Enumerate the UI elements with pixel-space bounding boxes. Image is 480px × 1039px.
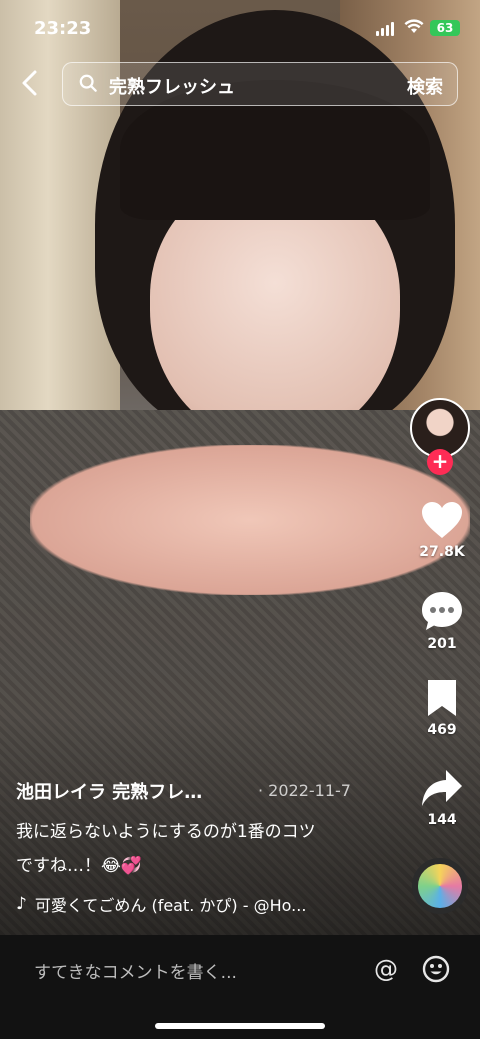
- save-count: 469: [427, 722, 457, 738]
- music-disc[interactable]: [412, 858, 468, 914]
- heart-icon: [422, 502, 462, 538]
- share-arrow-icon: [422, 770, 462, 806]
- status-time: 23:23: [34, 18, 92, 39]
- like-button[interactable]: 27.8K: [412, 500, 472, 560]
- back-arrow-icon[interactable]: [18, 68, 46, 100]
- search-bar[interactable]: 完熟フレッシュ 検索: [62, 62, 458, 106]
- comment-count: 201: [427, 636, 457, 652]
- post-caption: 我に返らないようにするのが1番のコツ ですね…！😂💞: [16, 815, 376, 883]
- post-date: · 2022-11-7: [258, 781, 351, 800]
- search-button[interactable]: 検索: [407, 73, 443, 99]
- caption-line-1: 我に返らないようにするのが1番のコツ: [16, 822, 316, 842]
- follow-plus-icon[interactable]: +: [427, 449, 453, 475]
- cell-signal-icon: [376, 22, 394, 36]
- search-query[interactable]: 完熟フレッシュ: [109, 73, 235, 99]
- comment-bubble-icon: [422, 592, 462, 630]
- share-count: 144: [427, 812, 457, 828]
- home-indicator: [155, 1023, 325, 1029]
- music-note-icon: ♪: [16, 894, 27, 914]
- person-hands: [30, 445, 470, 595]
- emoji-icon[interactable]: [422, 955, 450, 983]
- music-title: 可愛くてごめん (feat. かぴ) - @Ho...: [34, 896, 307, 915]
- battery-indicator: 63: [430, 20, 460, 36]
- save-button[interactable]: 469: [412, 678, 472, 738]
- comment-bar: すてきなコメントを書く... @: [0, 935, 480, 1039]
- comment-input[interactable]: すてきなコメントを書く...: [34, 958, 237, 983]
- author-name[interactable]: 池田レイラ 完熟フレ…: [16, 778, 202, 804]
- comment-button[interactable]: 201: [412, 590, 472, 652]
- like-count: 27.8K: [419, 544, 465, 560]
- caption-line-2: ですね…！😂💞: [16, 856, 143, 876]
- search-icon: [79, 74, 97, 92]
- share-button[interactable]: 144: [412, 768, 472, 828]
- music-info[interactable]: ♪ 可愛くてごめん (feat. かぴ) - @Ho...: [16, 892, 306, 916]
- at-icon[interactable]: @: [374, 955, 398, 983]
- status-bar: 23:23 63: [0, 0, 480, 58]
- bookmark-icon: [428, 680, 456, 716]
- wifi-icon: [404, 18, 424, 38]
